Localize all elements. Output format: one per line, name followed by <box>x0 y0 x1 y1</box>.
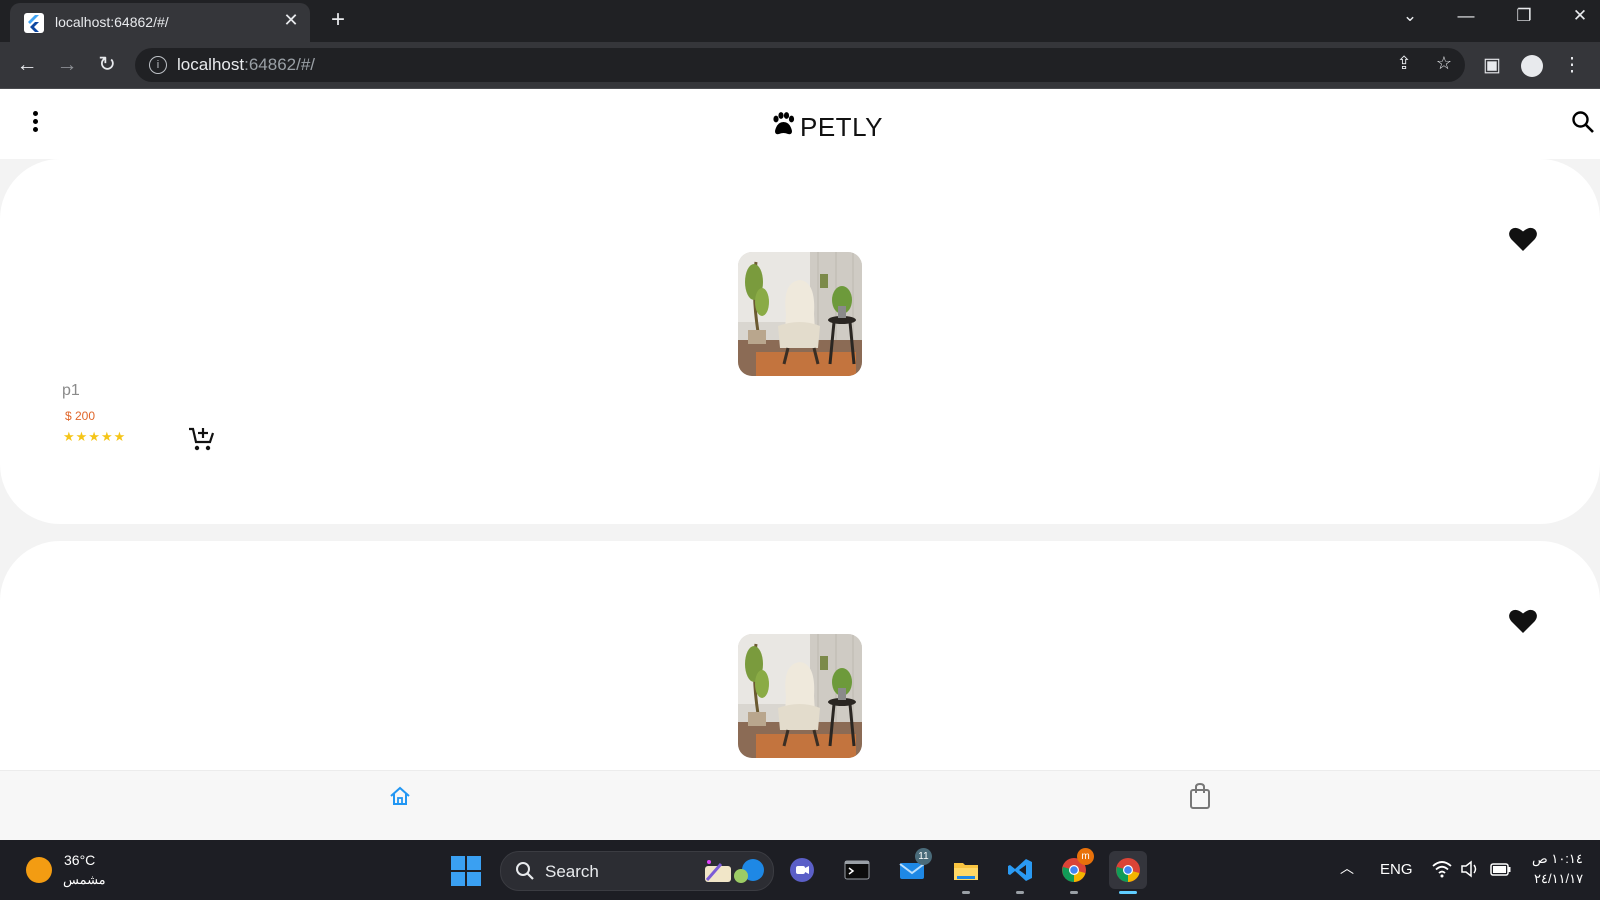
taskbar-vscode[interactable] <box>1001 851 1039 894</box>
weather-sun-icon[interactable] <box>26 857 52 883</box>
tab-search-chevron-down-icon[interactable]: ⌄ <box>1390 6 1430 26</box>
home-icon[interactable] <box>389 785 411 807</box>
taskbar-mail[interactable]: 11 <box>893 848 932 889</box>
search-icon[interactable] <box>1570 109 1596 135</box>
product-image[interactable] <box>738 634 862 758</box>
browser-toolbar: ← → ↻ i localhost:64862/#/ ⇪ ☆ ▣ ⋮ <box>0 42 1600 89</box>
kebab-menu-icon[interactable]: ⋮ <box>1558 52 1586 80</box>
chevron-up-icon[interactable]: ︿ <box>1340 858 1354 878</box>
back-icon[interactable]: ← <box>13 52 41 80</box>
close-window-icon[interactable]: ✕ <box>1560 6 1600 26</box>
search-highlight-art-icon <box>705 859 764 883</box>
mail-badge: 11 <box>915 848 932 865</box>
product-image[interactable] <box>738 252 862 376</box>
more-vert-icon[interactable] <box>28 111 42 137</box>
petly-app: PETLY p1 $ 200 ★★★★★ <box>0 89 1600 840</box>
restore-icon[interactable]: ❐ <box>1504 6 1544 26</box>
file-explorer-icon <box>954 863 978 880</box>
taskbar-search-box[interactable]: Search <box>500 851 774 891</box>
address-bar[interactable]: i localhost:64862/#/ ⇪ ☆ <box>135 48 1465 82</box>
url-path: :64862/#/ <box>244 55 316 74</box>
browser-tab[interactable]: localhost:64862/#/ ✕ <box>10 3 310 42</box>
battery-icon[interactable] <box>1490 860 1512 878</box>
new-tab-plus-icon[interactable]: + <box>325 6 351 34</box>
running-indicator <box>962 891 970 894</box>
favorite-heart-icon[interactable] <box>1508 607 1538 635</box>
taskbar-chrome-active[interactable] <box>1109 851 1147 894</box>
flutter-favicon-icon <box>24 13 44 33</box>
favorite-heart-icon[interactable] <box>1508 225 1538 253</box>
product-card[interactable]: p1 $ 200 ★★★★★ <box>0 159 1600 524</box>
paw-icon <box>773 112 795 135</box>
product-name: p1 <box>62 382 80 399</box>
url-text[interactable]: localhost:64862/#/ <box>177 55 315 75</box>
chrome-badge: m <box>1077 848 1094 865</box>
search-icon <box>516 862 534 880</box>
reload-icon[interactable]: ↻ <box>93 52 121 80</box>
product-price: $ 200 <box>65 409 96 423</box>
url-host: localhost <box>177 55 245 74</box>
running-indicator <box>1119 891 1137 894</box>
wifi-icon[interactable] <box>1432 860 1452 878</box>
rating-stars: ★★★★★ <box>63 429 127 444</box>
windows-start-icon[interactable] <box>451 856 481 886</box>
app-bar: PETLY <box>0 89 1600 159</box>
running-indicator <box>1016 891 1024 894</box>
minimize-icon[interactable]: — <box>1446 6 1486 26</box>
vscode-icon <box>1008 859 1032 881</box>
taskbar-teams-chat[interactable] <box>783 851 821 889</box>
share-icon[interactable]: ⇪ <box>1391 53 1417 74</box>
profile-icon[interactable] <box>1521 55 1543 77</box>
clock-time[interactable]: ١٠:١٤ ص <box>1532 851 1583 867</box>
site-info-icon[interactable]: i <box>149 56 167 74</box>
brand-name: PETLY <box>800 112 883 142</box>
language-indicator[interactable]: ENG <box>1380 861 1413 878</box>
taskbar-file-explorer[interactable] <box>947 851 985 894</box>
weather-description[interactable]: مشمس <box>63 872 106 888</box>
chrome-icon <box>1116 858 1140 882</box>
running-indicator <box>1070 891 1078 894</box>
taskbar-chrome[interactable]: m <box>1055 848 1094 894</box>
bookmark-star-icon[interactable]: ☆ <box>1431 53 1457 74</box>
taskbar-search-label: Search <box>545 862 599 881</box>
clock-date[interactable]: ٢٤/١١/١٧ <box>1534 871 1583 887</box>
windows-taskbar: 36°C مشمس Search 11 m ︿ ENG ١٠:١٤ ص ٢٤/١… <box>0 840 1600 900</box>
add-to-cart-icon[interactable] <box>187 425 215 453</box>
taskbar-terminal[interactable] <box>838 851 876 889</box>
shopping-bag-icon[interactable] <box>1189 782 1211 810</box>
forward-icon[interactable]: → <box>53 52 81 80</box>
browser-tab-strip: localhost:64862/#/ ✕ + ⌄ — ❐ ✕ <box>0 0 1600 42</box>
teams-chat-icon <box>790 858 814 882</box>
tab-close-icon[interactable]: ✕ <box>280 10 302 31</box>
tab-title: localhost:64862/#/ <box>55 14 169 30</box>
side-panel-icon[interactable]: ▣ <box>1478 52 1506 80</box>
weather-temperature[interactable]: 36°C <box>64 852 95 868</box>
bottom-navigation <box>0 770 1600 840</box>
volume-icon[interactable] <box>1460 860 1480 878</box>
terminal-icon <box>844 860 870 880</box>
